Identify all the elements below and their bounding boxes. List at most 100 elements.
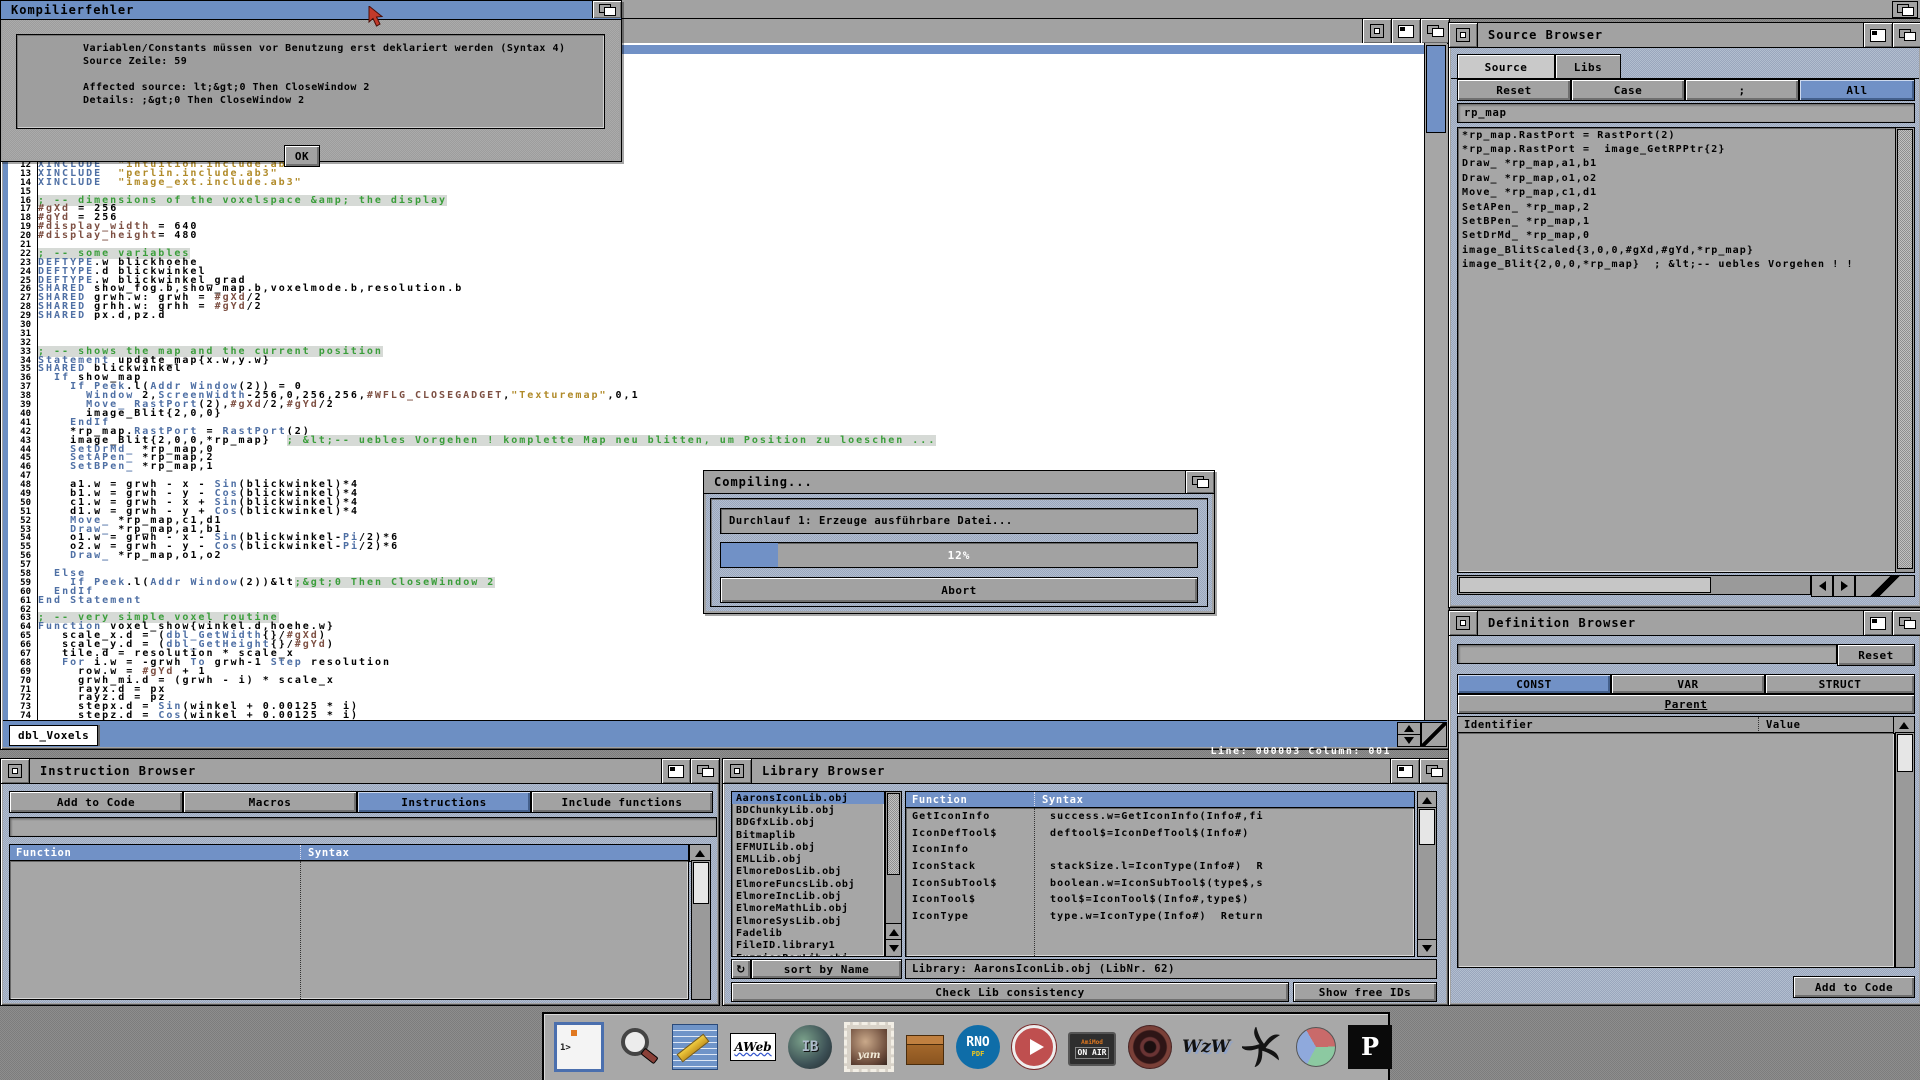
depth-gadget[interactable] xyxy=(1419,759,1448,783)
wzw-icon[interactable]: WzW xyxy=(1184,1025,1228,1069)
window-resize-gadget[interactable] xyxy=(1421,722,1447,747)
library-list-item[interactable]: ElmoreFuncsLib.obj xyxy=(732,878,884,890)
scrollbar-thumb[interactable] xyxy=(1426,45,1446,133)
instructions-button[interactable]: Instructions xyxy=(357,791,531,813)
add-to-code-button[interactable]: Add to Code xyxy=(9,791,183,813)
scrollbar-thumb[interactable] xyxy=(1897,734,1913,772)
scroll-down-button[interactable] xyxy=(1417,939,1437,957)
definition-vertical-scrollbar[interactable] xyxy=(1895,732,1915,968)
instruction-browser-titlebar[interactable]: Instruction Browser xyxy=(1,759,719,784)
code-line[interactable]: 30 xyxy=(8,321,1427,330)
library-list-item[interactable]: ElmoreDosLib.obj xyxy=(732,866,884,878)
close-gadget[interactable] xyxy=(1,759,30,783)
source-result-item[interactable]: Move_ *rp_map,c1,d1 xyxy=(1458,186,1896,200)
source-browser-titlebar[interactable]: Source Browser xyxy=(1449,23,1920,48)
code-line[interactable]: 45 SetAPen_ *rp_map,2 xyxy=(8,454,1427,463)
code-line[interactable]: 43 image_Blit{2,0,0,*rp_map} ; &lt;-- ue… xyxy=(8,437,1427,446)
source-result-item[interactable]: Draw_ *rp_map,a1,b1 xyxy=(1458,157,1896,171)
function-row[interactable]: IconTool$tool$=IconTool$(Info#,type$) xyxy=(906,891,1414,908)
scroll-left-button[interactable] xyxy=(1811,575,1833,597)
code-line[interactable]: 14XINCLUDE "image_ext.include.ab3" xyxy=(8,179,1427,188)
compiling-depth-gadget[interactable] xyxy=(1185,471,1214,493)
function-row[interactable]: IconStackstackSize.l=IconType(Info#) R xyxy=(906,858,1414,875)
editor-zoom-gadget[interactable] xyxy=(1391,19,1420,43)
library-list-item[interactable]: Fadelib xyxy=(732,927,884,939)
tab-var[interactable]: VAR xyxy=(1611,674,1765,694)
emblem-icon[interactable] xyxy=(1128,1025,1172,1069)
library-list-item[interactable]: ElmoreSysLib.obj xyxy=(732,915,884,927)
definition-list[interactable] xyxy=(1457,732,1895,968)
library-list-item[interactable]: ElmoreMathLib.obj xyxy=(732,903,884,915)
source-result-item[interactable]: image_BlitScaled{3,0,0,#gXd,#gYd,*rp_map… xyxy=(1458,243,1896,257)
scroll-down-button[interactable] xyxy=(885,939,902,957)
editor-vertical-scrollbar[interactable] xyxy=(1424,43,1447,723)
rno-pdf-icon[interactable]: RNOPDF xyxy=(956,1025,1000,1069)
scrollbar-thumb[interactable] xyxy=(1419,809,1435,845)
source-result-item[interactable]: SetDrMd_ *rp_map,0 xyxy=(1458,229,1896,243)
code-line[interactable]: 70 grwh_mi.d = (grwh - i) * scale_x xyxy=(8,677,1427,686)
editor-iconify-gadget[interactable] xyxy=(1362,19,1391,43)
abort-button[interactable]: Abort xyxy=(720,577,1198,603)
code-line[interactable]: 34Statement update_map{x.w,y.w} xyxy=(8,357,1427,366)
code-line[interactable]: 23DEFTYPE.w blickhoehe xyxy=(8,259,1427,268)
notepad-icon[interactable] xyxy=(672,1024,718,1070)
scrollbar-thumb[interactable] xyxy=(887,793,900,875)
amimod-radio-icon[interactable]: AmiModON AIR xyxy=(1068,1032,1116,1066)
library-list-item[interactable]: BDGfxLib.obj xyxy=(732,817,884,829)
tab-libs[interactable]: Libs xyxy=(1555,54,1621,79)
source-horizontal-scrollbar[interactable] xyxy=(1457,575,1811,595)
scroll-right-button[interactable] xyxy=(1833,575,1855,597)
error-titlebar[interactable]: Kompilierfehler xyxy=(1,1,621,20)
function-row[interactable]: IconInfo xyxy=(906,841,1414,858)
sort-by-name-button[interactable]: sort by Name xyxy=(751,959,902,979)
library-list-item[interactable]: FileID.library1 xyxy=(732,940,884,952)
pinwheel-icon[interactable] xyxy=(1240,1025,1284,1069)
compiling-titlebar[interactable]: Compiling... xyxy=(704,471,1214,494)
scrollbar-thumb[interactable] xyxy=(693,862,709,904)
zoom-gadget[interactable] xyxy=(1390,759,1419,783)
code-line[interactable]: 21 xyxy=(8,241,1427,250)
library-vertical-scrollbar[interactable] xyxy=(885,791,902,925)
code-line[interactable]: 31 xyxy=(8,330,1427,339)
scrollbar-thumb[interactable] xyxy=(1897,129,1913,569)
ibrowse-globe-icon[interactable]: IB xyxy=(788,1025,832,1069)
include-functions-button[interactable]: Include functions xyxy=(531,791,713,813)
yam-mail-icon[interactable]: yam xyxy=(844,1022,894,1072)
depth-gadget[interactable] xyxy=(1892,611,1920,635)
instruction-vertical-scrollbar[interactable] xyxy=(691,860,711,1000)
play-icon[interactable] xyxy=(1012,1025,1056,1069)
library-list-item[interactable]: AaronsIconLib.obj xyxy=(732,792,884,804)
close-gadget[interactable] xyxy=(1449,23,1478,47)
window-resize-gadget[interactable] xyxy=(1855,575,1915,597)
error-depth-gadget[interactable] xyxy=(592,1,621,18)
screen-depth-gadget[interactable] xyxy=(1892,1,1918,18)
source-result-item[interactable]: SetAPen_ *rp_map,2 xyxy=(1458,200,1896,214)
library-list-item[interactable]: Bitmaplib xyxy=(732,829,884,841)
library-list-item[interactable]: FuzziesRegLib.obj xyxy=(732,952,884,957)
code-line[interactable]: 68 For i.w = -grwh To grwh-1 Step resolu… xyxy=(8,659,1427,668)
function-vertical-scrollbar[interactable] xyxy=(1417,807,1437,941)
library-list-item[interactable]: BDChunkyLib.obj xyxy=(732,804,884,816)
cycle-gadget[interactable]: ↻ xyxy=(731,959,751,979)
search-input[interactable] xyxy=(1457,103,1915,123)
source-result-item[interactable]: Draw_ *rp_map,o1,o2 xyxy=(1458,171,1896,185)
pie-chart-icon[interactable] xyxy=(1296,1027,1336,1067)
close-gadget[interactable] xyxy=(1449,611,1478,635)
scrollbar-thumb[interactable] xyxy=(1459,577,1711,593)
source-result-item[interactable]: SetBPen_ *rp_map,1 xyxy=(1458,214,1896,228)
instruction-search-input[interactable] xyxy=(9,817,717,837)
parent-button[interactable]: Parent xyxy=(1457,694,1915,714)
shell-icon[interactable]: 1> xyxy=(554,1022,604,1072)
case-button[interactable]: Case xyxy=(1571,79,1685,101)
code-line[interactable]: 35SHARED blickwinkel xyxy=(8,365,1427,374)
function-row[interactable]: IconTypetype.w=IconType(Info#) Return xyxy=(906,908,1414,925)
code-line[interactable]: 29SHARED px.d,pz.d xyxy=(8,312,1427,321)
code-line[interactable]: 20#display_height= 480 xyxy=(8,232,1427,241)
source-vertical-scrollbar[interactable] xyxy=(1895,127,1915,573)
tab-const[interactable]: CONST xyxy=(1457,674,1611,694)
code-line[interactable]: 16; -- dimensions of the voxelspace &amp… xyxy=(8,197,1427,206)
library-list-item[interactable]: EFMUILib.obj xyxy=(732,841,884,853)
ok-button[interactable]: OK xyxy=(284,145,320,167)
code-line[interactable]: 19#display_width = 640 xyxy=(8,223,1427,232)
zoom-gadget[interactable] xyxy=(661,759,690,783)
